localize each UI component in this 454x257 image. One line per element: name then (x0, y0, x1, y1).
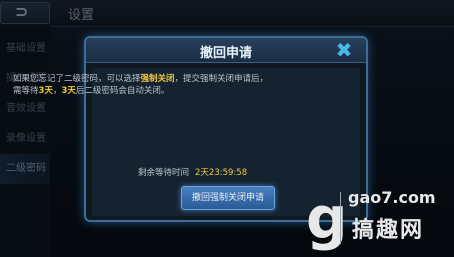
wait-time-value: 2天23:59:58 (195, 168, 248, 178)
dialog-header: 撤回申请 ✖ (86, 38, 366, 63)
close-icon[interactable]: ✖ (332, 40, 356, 60)
dialog-message: 如果您忘记了二级密码，可以选择强制关闭，提交强制关闭申请后，需等待3天，3天后二… (13, 73, 271, 97)
dialog-title: 撤回申请 (199, 46, 252, 61)
wait-time-row: 剩余等待时间 2天23:59:58 (138, 166, 247, 178)
watermark-logo: g (306, 184, 348, 252)
message-highlight: 3天 (61, 86, 76, 96)
revoke-request-button[interactable]: 撤回强制关闭申请 (181, 186, 275, 210)
message-highlight: 强制关闭 (140, 74, 175, 84)
wait-time-label: 剩余等待时间 (138, 168, 190, 178)
message-text: 如果您忘记了二级密码，可以选择 (13, 74, 141, 84)
watermark-url: gao7.com (348, 188, 436, 207)
message-highlight: 3天 (38, 86, 53, 96)
watermark-divider (340, 192, 341, 244)
watermark-name: 搞趣网 (352, 218, 425, 243)
message-text: 后二级密码会自动关闭。 (75, 86, 170, 96)
